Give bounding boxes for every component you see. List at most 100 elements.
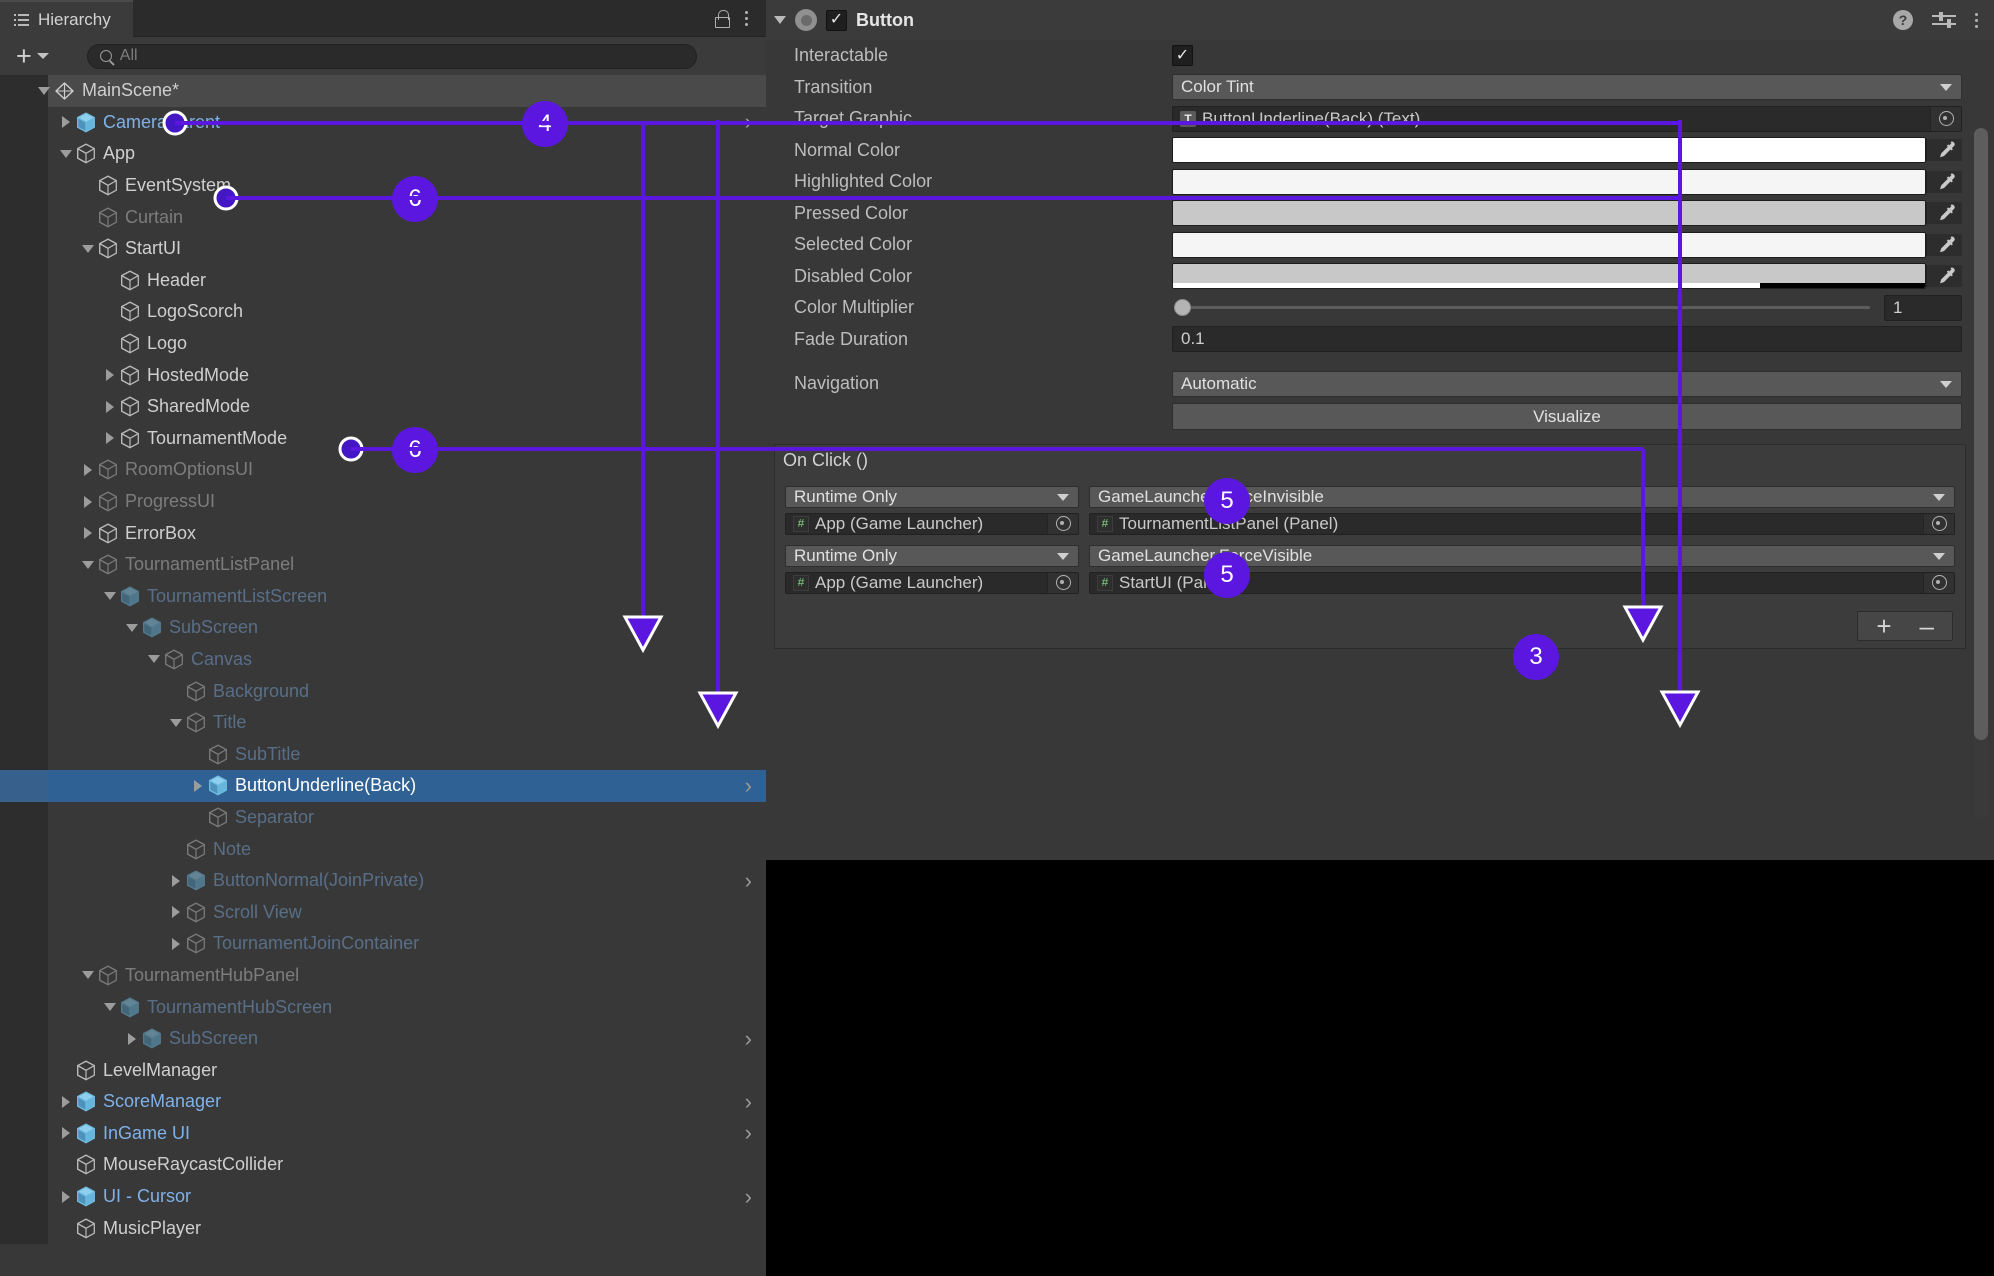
object-picker-icon[interactable] (1047, 572, 1078, 593)
collapse-arrow-icon[interactable] (100, 592, 120, 601)
hierarchy-item-buttonnormal-joinprivate[interactable]: ButtonNormal(JoinPrivate) › (0, 864, 766, 897)
target-graphic-object-field[interactable]: T ButtonUnderline(Back) (Text) (1172, 105, 1962, 132)
expand-arrow-icon[interactable] (100, 369, 120, 382)
event-target-object-field[interactable]: # App (Game Launcher) (785, 571, 1079, 594)
selected-color-field[interactable] (1172, 231, 1926, 258)
event-mode-dropdown[interactable]: Runtime Only (785, 485, 1079, 508)
hierarchy-tree[interactable]: MainScene* CameraParent › App EventSystem Cur… (0, 75, 766, 1276)
add-event-button[interactable]: + (1876, 613, 1891, 639)
eyedropper-icon[interactable] (1926, 170, 1962, 193)
hierarchy-item-progressui[interactable]: ProgressUI (0, 485, 766, 518)
object-picker-icon[interactable] (1047, 513, 1078, 534)
foldout-arrow-icon[interactable] (774, 16, 786, 24)
hierarchy-item-mainscene[interactable]: MainScene* (0, 75, 766, 107)
hierarchy-item-roomoptionsui[interactable]: RoomOptionsUI (0, 454, 766, 486)
hierarchy-item-hostedmode[interactable]: HostedMode (0, 359, 766, 391)
kebab-menu-icon[interactable] (1975, 11, 1980, 30)
interactable-checkbox[interactable]: ✓ (1172, 45, 1193, 67)
collapse-arrow-icon[interactable] (100, 1003, 120, 1012)
open-prefab-arrow-icon[interactable]: › (745, 773, 752, 799)
expand-arrow-icon[interactable] (56, 1095, 76, 1108)
hierarchy-item-subscreen[interactable]: SubScreen › (0, 1022, 766, 1055)
event-mode-dropdown[interactable]: Runtime Only (785, 544, 1079, 567)
hierarchy-item-cameraparent[interactable]: CameraParent › (0, 106, 766, 139)
highlighted-color-swatch[interactable] (1173, 169, 1925, 194)
hierarchy-item-levelmanager[interactable]: LevelManager (0, 1054, 766, 1086)
search-input[interactable]: All (86, 43, 697, 69)
slider-handle[interactable] (1174, 299, 1191, 317)
component-enabled-checkbox[interactable]: ✓ (826, 9, 847, 31)
open-prefab-arrow-icon[interactable]: › (745, 1089, 752, 1115)
expand-arrow-icon[interactable] (78, 527, 98, 540)
hierarchy-item-app[interactable]: App (0, 138, 766, 170)
hierarchy-item-title[interactable]: Title (0, 706, 766, 739)
expand-arrow-icon[interactable] (166, 906, 186, 919)
hierarchy-item-tournamentjoincontainer[interactable]: TournamentJoinContainer (0, 928, 766, 960)
component-header[interactable]: ✓ Button (766, 9, 914, 31)
color-multiplier-slider[interactable] (1172, 295, 1874, 321)
collapse-arrow-icon[interactable] (34, 86, 54, 95)
hierarchy-item-musicplayer[interactable]: MusicPlayer (0, 1212, 766, 1244)
tab-hierarchy[interactable]: Hierarchy (0, 0, 133, 37)
fade-duration-input[interactable]: 0.1 (1172, 326, 1962, 353)
hierarchy-item-tournamentlistscreen[interactable]: TournamentListScreen (0, 580, 766, 613)
inspector-scrollbar[interactable] (1974, 128, 1988, 818)
highlighted-color-field[interactable] (1172, 168, 1926, 195)
disabled-color-swatch[interactable] (1173, 264, 1925, 289)
pressed-color-swatch[interactable] (1173, 201, 1925, 226)
hierarchy-item-sharedmode[interactable]: SharedMode (0, 390, 766, 423)
kebab-menu-icon[interactable] (745, 9, 750, 28)
hierarchy-item-eventsystem[interactable]: EventSystem (0, 169, 766, 202)
hierarchy-item-errorbox[interactable]: ErrorBox (0, 517, 766, 549)
eyedropper-icon[interactable] (1926, 139, 1962, 162)
object-picker-icon[interactable] (1930, 106, 1961, 131)
expand-arrow-icon[interactable] (166, 874, 186, 887)
event-argument-object-field[interactable]: # TournamentListPanel (Panel) (1089, 512, 1955, 535)
hierarchy-item-note[interactable]: Note (0, 833, 766, 865)
create-button[interactable]: + (10, 43, 55, 70)
hierarchy-item-subscreen[interactable]: SubScreen (0, 612, 766, 644)
hierarchy-item-header[interactable]: Header (0, 264, 766, 297)
help-icon[interactable]: ? (1893, 10, 1913, 30)
hierarchy-item-startui[interactable]: StartUI (0, 232, 766, 265)
hierarchy-item-tournamenthubscreen[interactable]: TournamentHubScreen (0, 991, 766, 1023)
pressed-color-field[interactable] (1172, 200, 1926, 227)
hierarchy-item-separator[interactable]: Separator (0, 801, 766, 834)
eyedropper-icon[interactable] (1926, 233, 1962, 256)
normal-color-field[interactable] (1172, 137, 1926, 164)
navigation-dropdown[interactable]: Automatic (1172, 370, 1962, 397)
expand-arrow-icon[interactable] (122, 1032, 142, 1045)
selected-color-swatch[interactable] (1173, 232, 1925, 257)
hierarchy-item-buttonunderline-back[interactable]: ButtonUnderline(Back) › (0, 770, 766, 802)
eyedropper-icon[interactable] (1926, 265, 1962, 288)
hierarchy-item-scroll-view[interactable]: Scroll View (0, 896, 766, 929)
object-picker-icon[interactable] (1923, 572, 1954, 593)
open-prefab-arrow-icon[interactable]: › (745, 1026, 752, 1052)
open-prefab-arrow-icon[interactable]: › (745, 109, 752, 135)
preset-settings-icon[interactable] (1932, 12, 1956, 28)
collapse-arrow-icon[interactable] (166, 718, 186, 727)
expand-arrow-icon[interactable] (166, 937, 186, 950)
collapse-arrow-icon[interactable] (78, 244, 98, 253)
hierarchy-item-ui-cursor[interactable]: UI - Cursor › (0, 1180, 766, 1213)
hierarchy-item-background[interactable]: Background (0, 675, 766, 707)
transition-dropdown[interactable]: Color Tint (1172, 74, 1962, 101)
event-target-object-field[interactable]: # App (Game Launcher) (785, 512, 1079, 535)
expand-arrow-icon[interactable] (56, 116, 76, 129)
collapse-arrow-icon[interactable] (122, 623, 142, 632)
open-prefab-arrow-icon[interactable]: › (745, 1120, 752, 1146)
event-argument-object-field[interactable]: # StartUI (Panel) (1089, 571, 1955, 594)
hierarchy-item-scoremanager[interactable]: ScoreManager › (0, 1086, 766, 1118)
expand-arrow-icon[interactable] (56, 1127, 76, 1140)
hierarchy-item-ingame-ui[interactable]: InGame UI › (0, 1117, 766, 1150)
expand-arrow-icon[interactable] (100, 400, 120, 413)
expand-arrow-icon[interactable] (100, 432, 120, 445)
collapse-arrow-icon[interactable] (78, 560, 98, 569)
hierarchy-item-curtain[interactable]: Curtain (0, 201, 766, 233)
hierarchy-item-canvas[interactable]: Canvas (0, 643, 766, 676)
hierarchy-item-logo[interactable]: Logo (0, 327, 766, 360)
expand-arrow-icon[interactable] (78, 463, 98, 476)
open-prefab-arrow-icon[interactable]: › (745, 1184, 752, 1210)
event-function-dropdown[interactable]: GameLauncher.ForceVisible (1089, 544, 1955, 567)
collapse-arrow-icon[interactable] (78, 971, 98, 980)
